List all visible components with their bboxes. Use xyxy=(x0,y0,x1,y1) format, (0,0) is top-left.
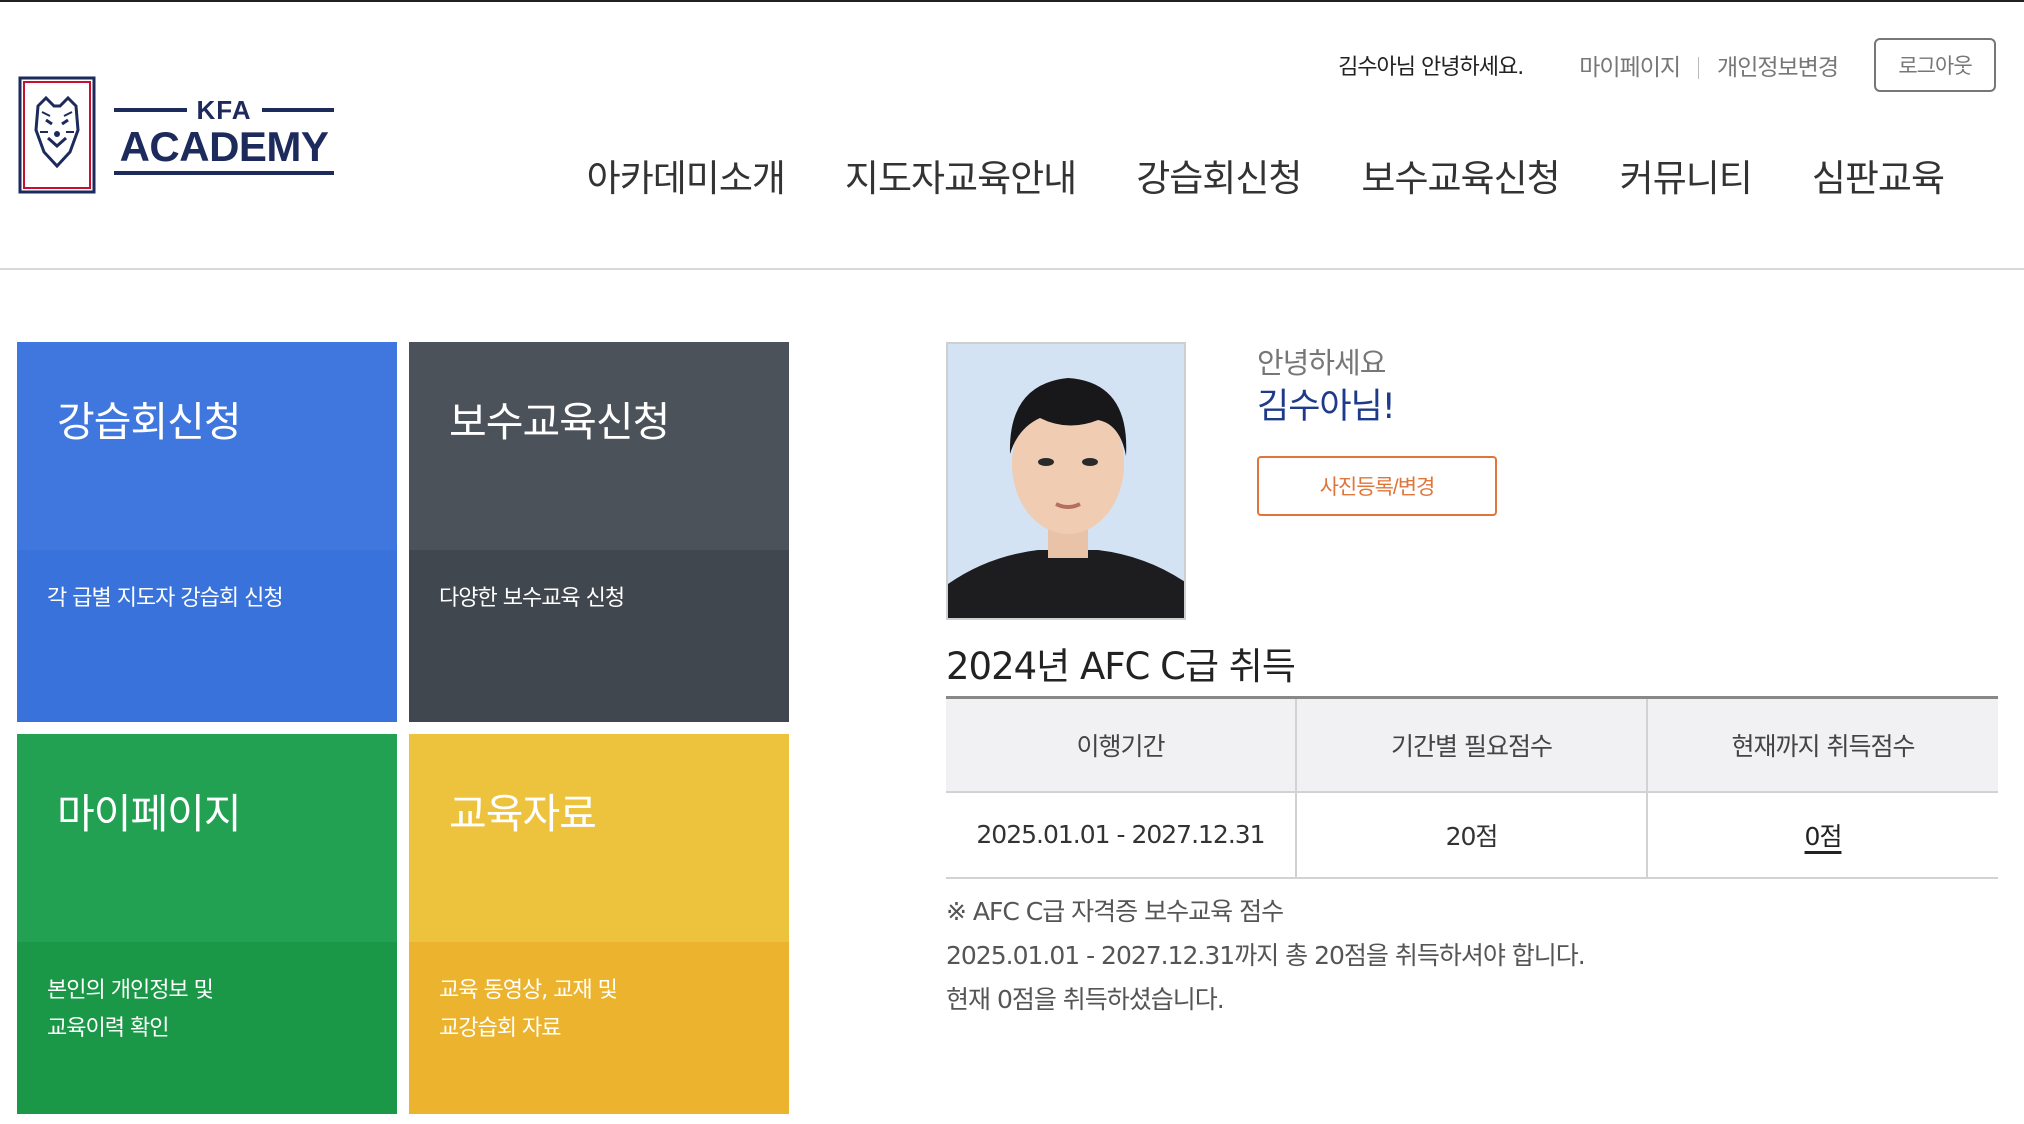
score-notes: ※ AFC C급 자격증 보수교육 점수 2025.01.01 - 2027.1… xyxy=(946,890,1586,1022)
mypage-link[interactable]: 마이페이지 xyxy=(1579,48,1681,82)
profile-photo xyxy=(946,342,1186,620)
tile-title: 교육자료 xyxy=(409,734,789,942)
tile-title: 보수교육신청 xyxy=(409,342,789,550)
util-divider xyxy=(1698,57,1700,79)
logo-kfa-text: KFA xyxy=(196,94,252,125)
tile-desc: 교육 동영상, 교재 및 교강습회 자료 xyxy=(409,942,789,1114)
tile-desc-line: 각 급별 지도자 강습회 신청 xyxy=(47,586,284,611)
certificate-title: 2024년 AFC C급 취득 xyxy=(946,645,1296,688)
tile-desc: 다양한 보수교육 신청 xyxy=(409,550,789,722)
kfa-academy-logo[interactable]: KFA ACADEMY xyxy=(18,76,334,194)
tile-course-apply[interactable]: 강습회신청 각 급별 지도자 강습회 신청 xyxy=(17,342,397,722)
nav-community[interactable]: 커뮤니티 xyxy=(1620,148,1753,202)
profile-hello: 안녕하세요 xyxy=(1257,346,1386,380)
table-row: 2025.01.01 - 2027.12.31 20점 0점 xyxy=(946,791,1998,879)
column-header: 이행기간 xyxy=(946,696,1296,793)
required-score-cell: 20점 xyxy=(1295,791,1647,879)
logo-academy-text: ACADEMY xyxy=(119,123,329,170)
academy-wordmark: KFA ACADEMY xyxy=(114,95,334,175)
photo-change-button[interactable]: 사진등록/변경 xyxy=(1257,456,1497,516)
tile-refresher-apply[interactable]: 보수교육신청 다양한 보수교육 신청 xyxy=(409,342,789,722)
main-nav: 아카데미소개 지도자교육안내 강습회신청 보수교육신청 커뮤니티 심판교육 xyxy=(527,148,1945,202)
user-greeting: 김수아님 안녕하세요. xyxy=(1338,55,1524,80)
nav-course-apply[interactable]: 강습회신청 xyxy=(1136,148,1302,202)
tile-desc-line: 교강습회 자료 xyxy=(439,1016,561,1041)
utility-bar: 김수아님 안녕하세요. 마이페이지 개인정보변경 로그아웃 xyxy=(1338,38,1996,92)
nav-refresher-apply[interactable]: 보수교육신청 xyxy=(1361,148,1560,202)
tile-desc-line: 교육이력 확인 xyxy=(47,1016,169,1041)
period-cell: 2025.01.01 - 2027.12.31 xyxy=(946,791,1296,879)
logout-button[interactable]: 로그아웃 xyxy=(1874,38,1996,92)
score-table: 이행기간 기간별 필요점수 현재까지 취득점수 2025.01.01 - 202… xyxy=(946,696,1998,879)
tile-title: 강습회신청 xyxy=(17,342,397,550)
earned-score-cell: 0점 xyxy=(1646,791,1998,879)
note-line: ※ AFC C급 자격증 보수교육 점수 xyxy=(946,897,1284,926)
column-header: 현재까지 취득점수 xyxy=(1646,696,1998,793)
tile-title: 마이페이지 xyxy=(17,734,397,942)
tile-education-materials[interactable]: 교육자료 교육 동영상, 교재 및 교강습회 자료 xyxy=(409,734,789,1114)
note-line: 현재 0점을 취득하셨습니다. xyxy=(946,985,1225,1014)
profile-name: 김수아님! xyxy=(1257,387,1396,427)
edit-profile-link[interactable]: 개인정보변경 xyxy=(1717,48,1839,82)
tile-desc: 본인의 개인정보 및 교육이력 확인 xyxy=(17,942,397,1114)
tile-desc-line: 다양한 보수교육 신청 xyxy=(439,586,625,611)
column-header: 기간별 필요점수 xyxy=(1295,696,1647,793)
nav-academy-intro[interactable]: 아카데미소개 xyxy=(587,148,786,202)
earned-score-link[interactable]: 0점 xyxy=(1805,822,1843,851)
person-portrait-icon xyxy=(948,344,1184,618)
nav-referee-education[interactable]: 심판교육 xyxy=(1812,148,1945,202)
tiger-crest-icon xyxy=(18,76,96,194)
nav-coach-education[interactable]: 지도자교육안내 xyxy=(845,148,1077,202)
tile-desc: 각 급별 지도자 강습회 신청 xyxy=(17,550,397,722)
table-header-row: 이행기간 기간별 필요점수 현재까지 취득점수 xyxy=(946,696,1998,793)
site-header: KFA ACADEMY 김수아님 안녕하세요. 마이페이지 개인정보변경 로그아… xyxy=(0,2,2024,270)
note-line: 2025.01.01 - 2027.12.31까지 총 20점을 취득하셔야 합… xyxy=(946,941,1586,970)
tile-desc-line: 본인의 개인정보 및 xyxy=(47,978,214,1003)
tile-mypage[interactable]: 마이페이지 본인의 개인정보 및 교육이력 확인 xyxy=(17,734,397,1114)
tile-desc-line: 교육 동영상, 교재 및 xyxy=(439,978,618,1003)
